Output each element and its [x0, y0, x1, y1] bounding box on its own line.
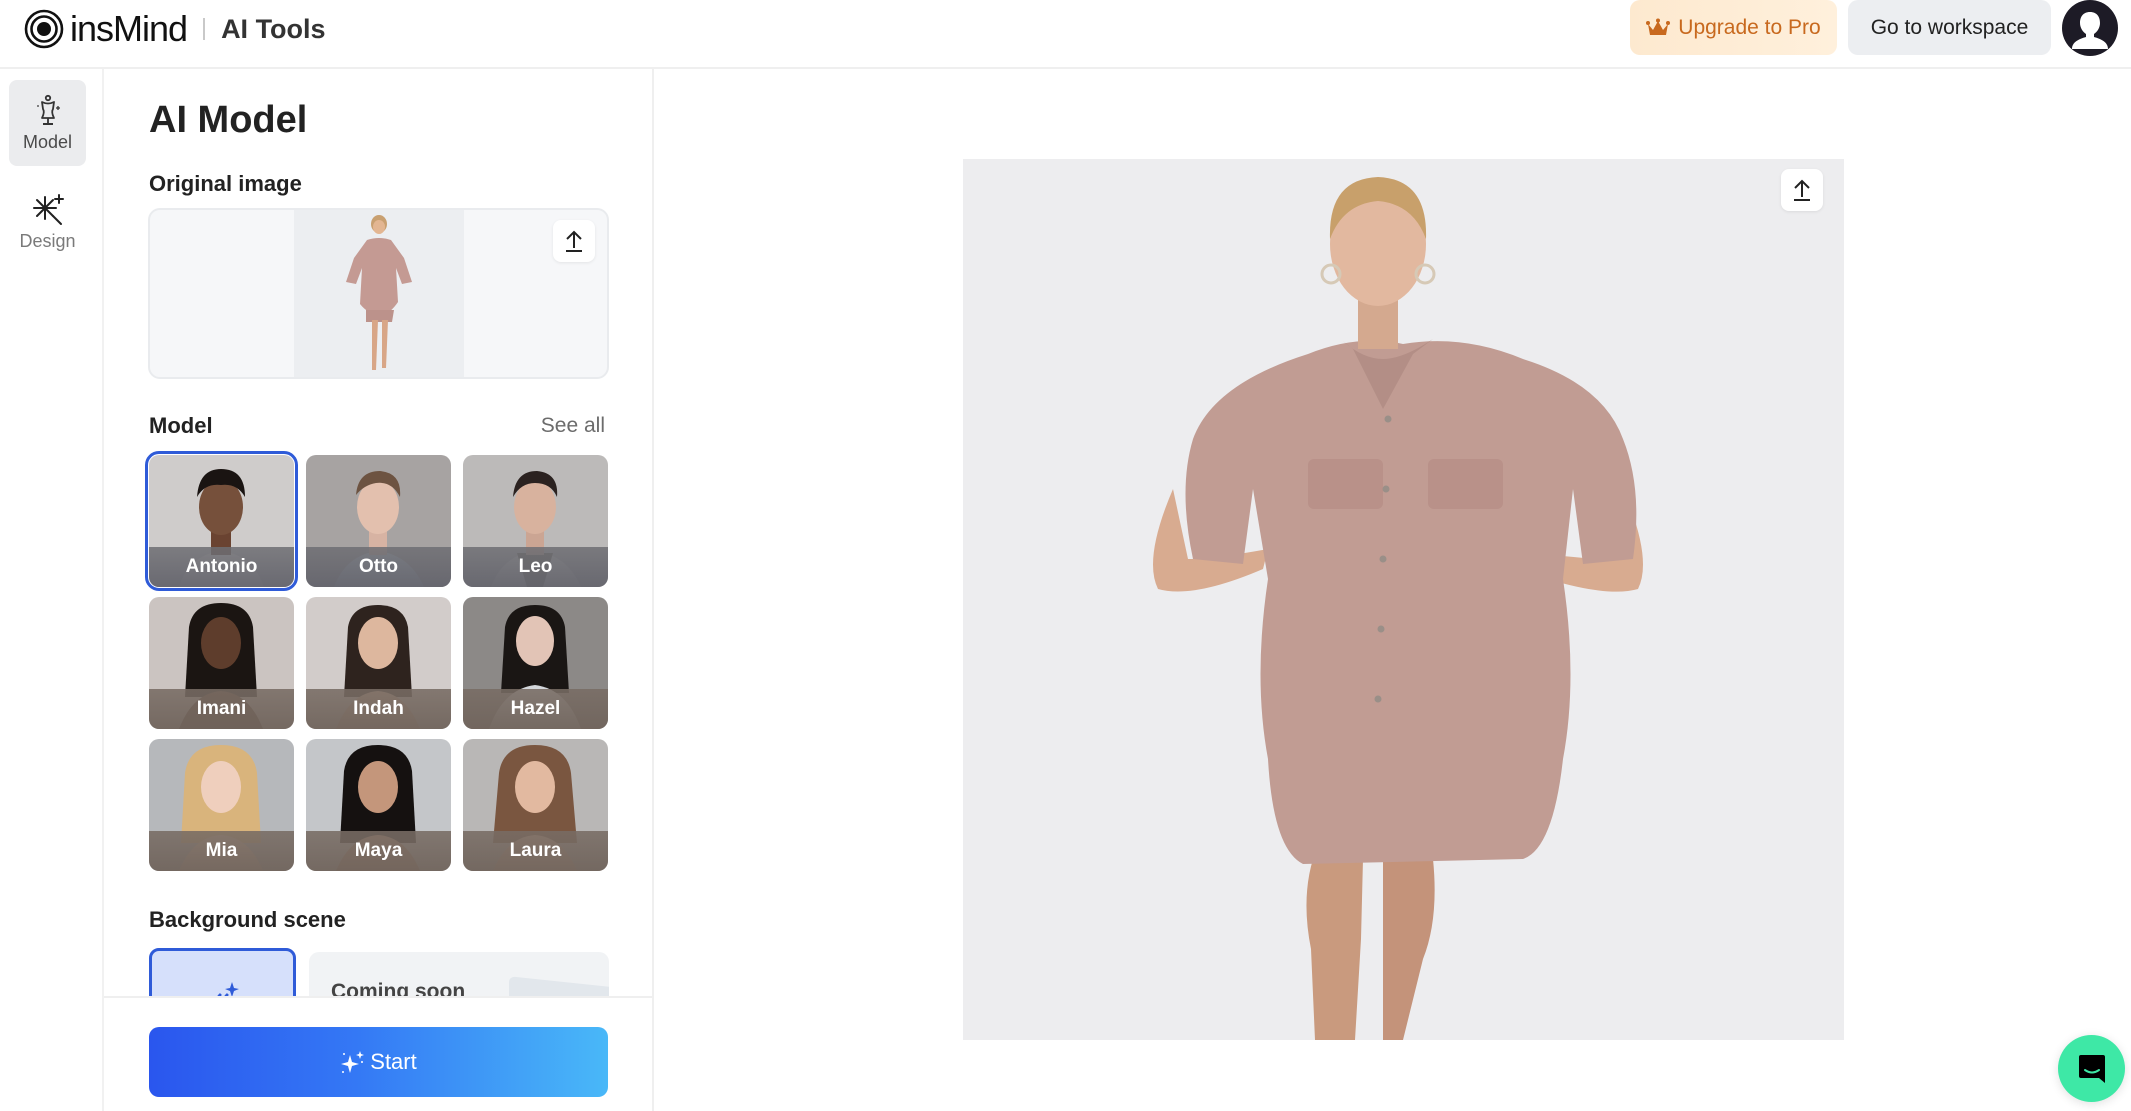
- coming-soon-decoration: [509, 976, 609, 996]
- left-tool-rail: Model Design: [0, 69, 104, 1111]
- sparkle-icon: [341, 1051, 365, 1073]
- background-scene-options: Coming soon: [149, 948, 609, 996]
- rail-item-design[interactable]: Design: [9, 179, 86, 265]
- support-chat-button[interactable]: [2058, 1035, 2125, 1102]
- model-name: Laura: [463, 831, 608, 871]
- top-header: insMind AI Tools Upgrade to Pro Go to wo…: [0, 0, 2131, 69]
- model-name: Hazel: [463, 689, 608, 729]
- model-name: Imani: [149, 689, 294, 729]
- model-name: Antonio: [149, 547, 294, 587]
- rail-label-design: Design: [19, 230, 76, 251]
- replace-image-button[interactable]: [553, 220, 595, 262]
- panel-footer: Start: [104, 996, 652, 1111]
- model-name: Otto: [306, 547, 451, 587]
- ai-model-panel: AI Model Original image Model See all An…: [104, 69, 654, 1111]
- model-card-laura[interactable]: Laura: [463, 739, 608, 871]
- model-card-indah[interactable]: Indah: [306, 597, 451, 729]
- upload-icon: [566, 230, 582, 252]
- panel-title: AI Model: [149, 99, 308, 141]
- background-option-coming-soon: Coming soon: [309, 952, 609, 996]
- model-card-hazel[interactable]: Hazel: [463, 597, 608, 729]
- model-section-label: Model: [149, 413, 213, 438]
- chat-icon: [2078, 1054, 2105, 1083]
- replace-result-image-button[interactable]: [1781, 169, 1823, 211]
- model-name: Leo: [463, 547, 608, 587]
- model-name: Maya: [306, 831, 451, 871]
- model-card-otto[interactable]: Otto: [306, 455, 451, 587]
- model-card-maya[interactable]: Maya: [306, 739, 451, 871]
- brand-name: insMind: [70, 8, 188, 49]
- rail-label-model: Model: [22, 131, 73, 152]
- ai-generate-icon: [217, 982, 239, 996]
- see-all-models-link[interactable]: See all: [541, 414, 605, 438]
- upgrade-to-pro-button[interactable]: Upgrade to Pro: [1630, 0, 1837, 55]
- upgrade-label: Upgrade to Pro: [1678, 15, 1821, 39]
- user-icon: [2072, 12, 2108, 49]
- model-name: Indah: [306, 689, 451, 729]
- background-scene-label: Background scene: [149, 907, 346, 932]
- user-avatar[interactable]: [2062, 0, 2118, 56]
- section-title: AI Tools: [221, 13, 326, 44]
- coming-soon-label: Coming soon: [331, 980, 466, 996]
- original-image-box[interactable]: [148, 208, 609, 379]
- dress-form-icon: [36, 94, 60, 125]
- model-card-imani[interactable]: Imani: [149, 597, 294, 729]
- start-label: Start: [370, 1049, 417, 1074]
- start-button[interactable]: Start: [149, 1027, 608, 1097]
- magic-wand-icon: [32, 193, 64, 225]
- result-preview: [963, 159, 1844, 1040]
- insmind-logo-icon: [24, 9, 64, 49]
- preview-model-image: [1153, 177, 1643, 1040]
- original-image-label: Original image: [149, 171, 302, 196]
- go-to-workspace-button[interactable]: Go to workspace: [1848, 0, 2051, 55]
- background-option-ai[interactable]: [149, 948, 296, 996]
- original-image-thumbnail: [294, 210, 464, 377]
- model-card-antonio[interactable]: Antonio: [145, 451, 298, 591]
- model-name: Mia: [149, 831, 294, 871]
- brand-divider: [203, 18, 206, 40]
- upload-icon: [1794, 179, 1810, 201]
- brand-logo[interactable]: insMind AI Tools: [24, 8, 326, 50]
- crown-icon: [1646, 18, 1671, 35]
- original-model-photo: [346, 215, 412, 370]
- rail-item-model[interactable]: Model: [9, 80, 86, 166]
- model-card-mia[interactable]: Mia: [149, 739, 294, 871]
- model-card-leo[interactable]: Leo: [463, 455, 608, 587]
